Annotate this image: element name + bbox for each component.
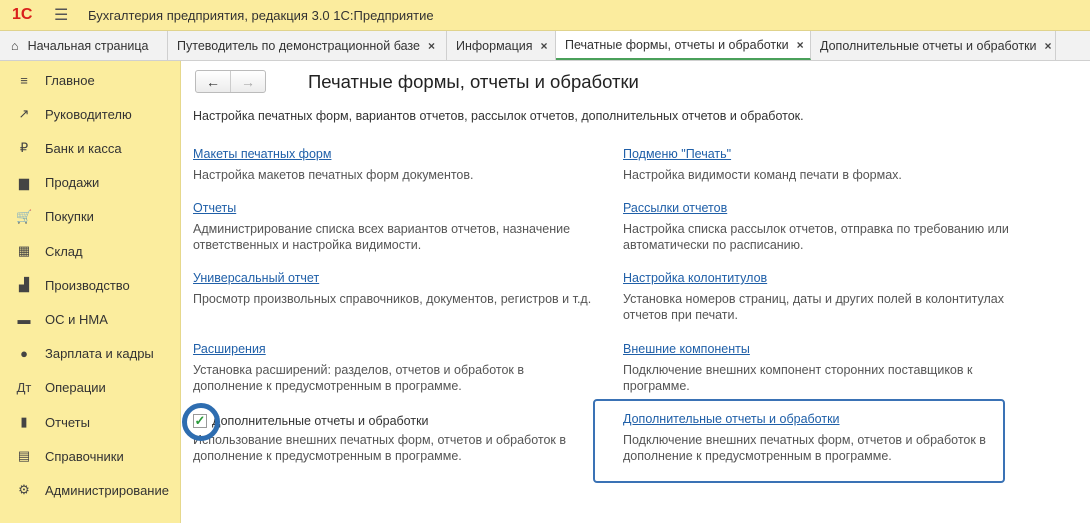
sidebar-item-label: Покупки [45, 209, 94, 225]
bag-icon: ▆ [19, 174, 29, 190]
sidebar-item-label: Производство [45, 277, 130, 293]
highlight-circle [182, 403, 220, 441]
section-desc: Просмотр произвольных справочников, доку… [193, 292, 592, 306]
1c-logo: 1С [12, 6, 33, 23]
section-desc: Использование внешних печатных форм, отч… [193, 433, 567, 463]
books-icon: ▤ [17, 448, 31, 464]
sidebar-item[interactable]: 🛒 Покупки [0, 202, 180, 232]
section-desc: Настройка видимости команд печати в форм… [623, 168, 902, 182]
warehouse-icon: ▦ [17, 243, 31, 258]
section-additional-checkbox: ✓ Дополнительные отчеты и обработки Испол… [193, 412, 583, 464]
section-external-components: Внешние компоненты Подключение внешних ко… [623, 342, 988, 394]
section-desc: Установка номеров страниц, даты и других… [623, 292, 1004, 322]
link-headers-footers[interactable]: Настройка колонтитулов [623, 271, 1043, 289]
tab-print-forms[interactable]: Печатные формы, отчеты и обработки × [556, 31, 811, 60]
sidebar-item[interactable]: ▤ Справочники [0, 441, 180, 471]
section-desc: Администрирование списка всех вариантов … [193, 222, 571, 252]
sidebar-item[interactable]: Дт Операции [0, 373, 180, 403]
close-icon[interactable]: × [541, 39, 548, 53]
sidebar-item-label: Администрирование [45, 482, 169, 498]
menu-icon[interactable]: ☰ [54, 5, 80, 25]
sidebar-item-label: Банк и касса [45, 140, 122, 156]
tab-additional-reports[interactable]: Дополнительные отчеты и обработки × [811, 31, 1056, 60]
title-bar: 1С ☰ Бухгалтерия предприятия, редакция 3… [0, 0, 1090, 31]
section-headers-footers: Настройка колонтитулов Установка номеров … [623, 271, 1043, 323]
link-reports[interactable]: Отчеты [193, 201, 588, 219]
tab-label: Печатные формы, отчеты и обработки [565, 37, 789, 52]
section-desc: Настройка макетов печатных форм документ… [193, 168, 474, 182]
sidebar-item[interactable]: ▟ Производство [0, 270, 180, 300]
section-desc: Настройка списка рассылок отчетов, отпра… [623, 222, 1009, 252]
dt-kt-icon: Дт [16, 380, 32, 396]
back-button[interactable]: ← [196, 71, 230, 92]
close-icon[interactable]: × [797, 38, 804, 52]
additional-reports-checkbox[interactable]: ✓ Дополнительные отчеты и обработки [193, 412, 583, 430]
sidebar-item[interactable]: ₽ Банк и касса [0, 133, 180, 163]
truck-icon: ▬ [17, 311, 31, 327]
sidebar-item[interactable]: ▬ ОС и НМА [0, 304, 180, 334]
tab-label: Дополнительные отчеты и обработки [820, 38, 1037, 53]
sidebar-item-label: Зарплата и кадры [45, 346, 154, 362]
sidebar-item-label: Операции [45, 380, 106, 396]
factory-icon: ▟ [19, 277, 29, 293]
close-icon[interactable]: × [1045, 39, 1052, 53]
bar-chart-icon: ▮ [20, 414, 28, 429]
tab-bar: ⌂ Начальная страница Путеводитель по демо… [0, 31, 1090, 61]
link-print-submenu[interactable]: Подменю "Печать" [623, 147, 1023, 165]
home-icon: ⌂ [11, 38, 19, 53]
tab-home[interactable]: ⌂ Начальная страница [0, 31, 168, 60]
nav-buttons: ← → [195, 70, 266, 93]
gear-icon: ⚙ [18, 482, 30, 498]
section-desc: Установка расширений: разделов, отчетов … [193, 363, 524, 393]
section-extensions: Расширения Установка расширений: разделов… [193, 342, 553, 394]
link-extensions[interactable]: Расширения [193, 342, 553, 360]
tab-info[interactable]: Информация × [447, 31, 556, 60]
link-report-mailings[interactable]: Рассылки отчетов [623, 201, 1023, 219]
trend-icon: ↗ [18, 106, 30, 122]
app-title: Бухгалтерия предприятия, редакция 3.0 1С… [88, 7, 434, 23]
sidebar-item[interactable]: ≡ Главное [0, 65, 180, 95]
section-desc: Подключение внешних компонент сторонних … [623, 363, 973, 393]
section-print-templates: Макеты печатных форм Настройка макетов пе… [193, 147, 593, 183]
link-print-templates[interactable]: Макеты печатных форм [193, 147, 593, 165]
tab-label: Путеводитель по демонстрационной базе [177, 38, 420, 53]
section-report-mailings: Рассылки отчетов Настройка списка рассыло… [623, 201, 1023, 253]
tab-label: Информация [456, 38, 533, 53]
section-universal-report: Универсальный отчет Просмотр произвольных… [193, 271, 613, 307]
tab-guide[interactable]: Путеводитель по демонстрационной базе × [168, 31, 447, 60]
close-icon[interactable]: × [428, 39, 435, 53]
ruble-icon: ₽ [19, 140, 29, 156]
sidebar-item[interactable]: ▦ Склад [0, 236, 180, 266]
link-universal-report[interactable]: Универсальный отчет [193, 271, 613, 289]
sidebar-item[interactable]: ↗ Руководителю [0, 99, 180, 129]
person-icon: ● [20, 346, 28, 362]
sidebar-item[interactable]: ⚙ Администрирование [0, 475, 180, 505]
sidebar-item-label: Справочники [45, 448, 124, 464]
list-icon: ≡ [20, 72, 28, 88]
section-reports: Отчеты Администрирование списка всех вари… [193, 201, 588, 253]
highlight-box [593, 399, 1005, 483]
sidebar: ≡ Главное ↗ Руководителю ₽ Банк и касса ▆ Прода… [0, 61, 181, 523]
tab-label: Начальная страница [27, 38, 149, 53]
sidebar-item-label: Продажи [45, 175, 100, 191]
sidebar-item[interactable]: ▆ Продажи [0, 168, 180, 198]
cart-icon: 🛒 [16, 208, 33, 224]
sidebar-item-label: Главное [45, 72, 95, 88]
link-external-components[interactable]: Внешние компоненты [623, 342, 988, 360]
section-print-submenu: Подменю "Печать" Настройка видимости кома… [623, 147, 1023, 183]
sidebar-item-label: Руководителю [45, 106, 132, 122]
page-description: Настройка печатных форм, вариантов отчет… [193, 109, 804, 123]
sidebar-item-label: Склад [45, 243, 83, 259]
sidebar-item[interactable]: ▮ Отчеты [0, 407, 180, 437]
sidebar-item-label: ОС и НМА [45, 311, 108, 327]
sidebar-item[interactable]: ● Зарплата и кадры [0, 339, 180, 369]
sidebar-item-label: Отчеты [45, 414, 90, 430]
checkbox-label: Дополнительные отчеты и обработки [212, 414, 429, 428]
forward-button[interactable]: → [230, 71, 265, 92]
page-title: Печатные формы, отчеты и обработки [308, 71, 639, 92]
